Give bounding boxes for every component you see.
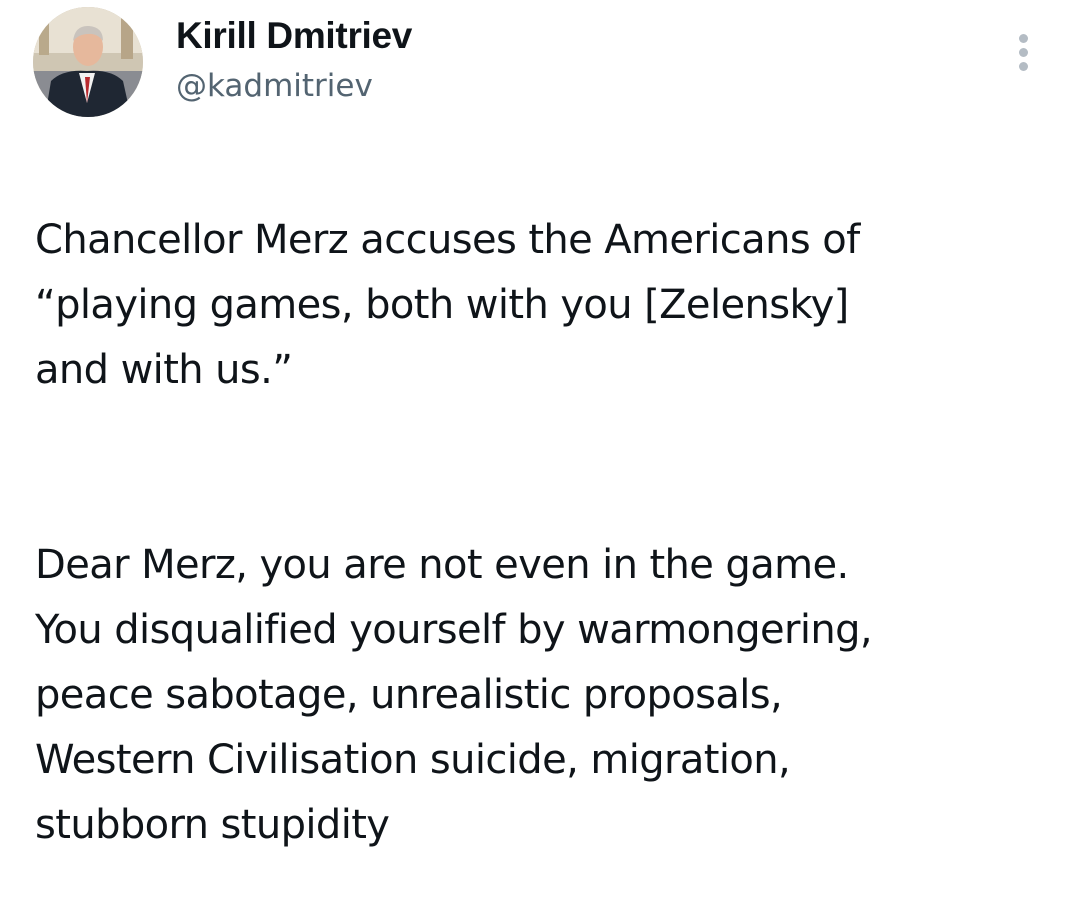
profile-photo-icon — [33, 7, 143, 117]
author-display-name[interactable]: Kirill Dmitriev — [176, 14, 412, 58]
tweet-paragraph: Chancellor Merz accuses the Americans of… — [35, 217, 860, 393]
tweet-text: Chancellor Merz accuses the Americans of… — [35, 143, 1055, 923]
author-block: Kirill Dmitriev @kadmitriev — [176, 14, 412, 108]
author-handle[interactable]: @kadmitriev — [176, 64, 412, 108]
tweet-paragraph: Dear Merz, you are not even in the game.… — [35, 542, 873, 848]
tweet: Kirill Dmitriev @kadmitriev Chancellor M… — [0, 0, 1080, 848]
avatar[interactable] — [33, 7, 143, 117]
more-options-button[interactable] — [1004, 28, 1044, 78]
